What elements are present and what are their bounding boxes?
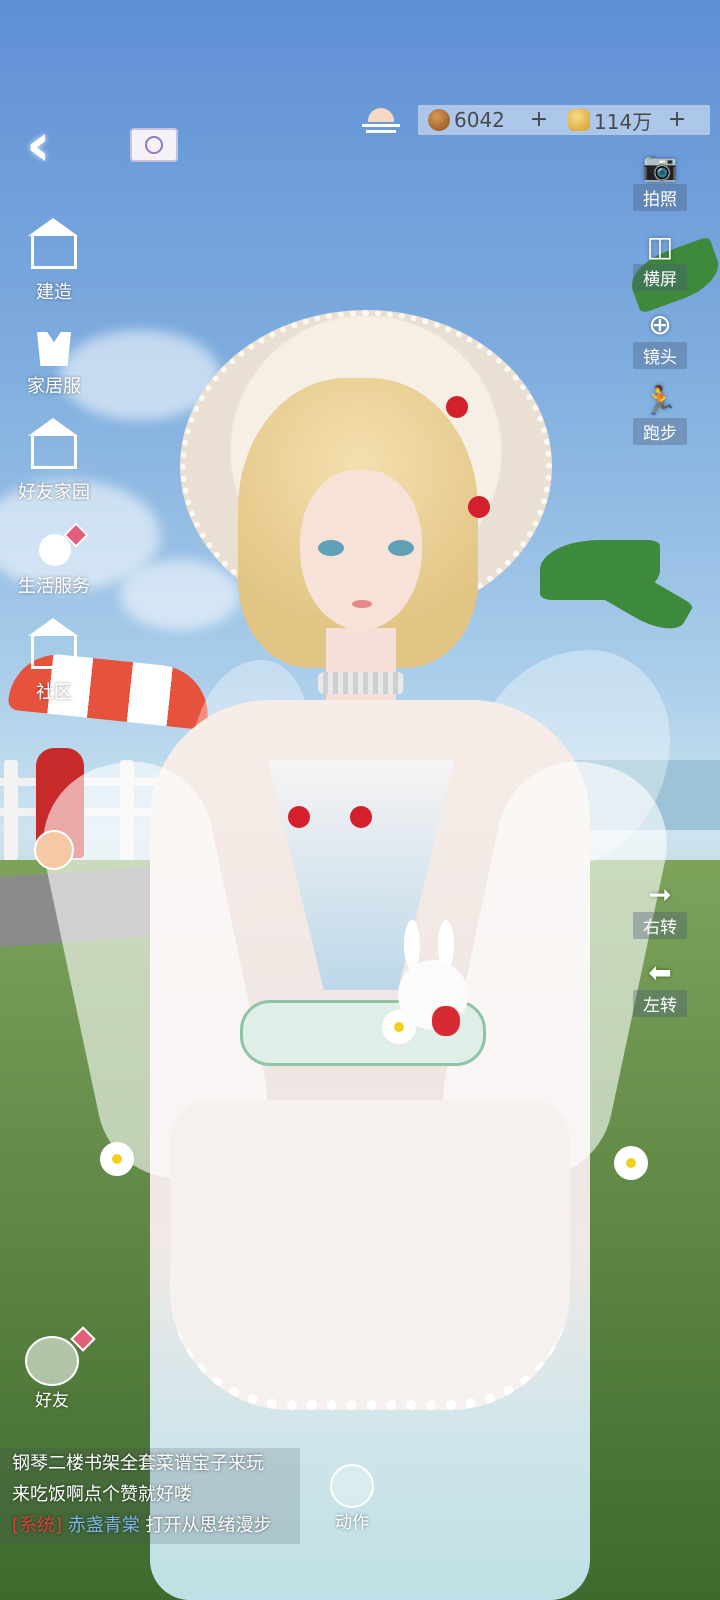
friends-button[interactable]: 好友 <box>22 1326 96 1411</box>
camera-icon: 📷 <box>642 150 678 183</box>
landscape-button[interactable]: ◫ 横屏 <box>630 230 690 291</box>
add-acorn-button[interactable]: + <box>528 108 550 132</box>
emoji-bubble-icon <box>34 830 74 870</box>
run-icon: 🏃 <box>642 384 678 417</box>
turn-right-button[interactable]: ➞ 右转 <box>630 878 690 939</box>
friend-home-button[interactable]: 好友家园 <box>4 418 104 504</box>
acorn-amount: 6042 <box>454 108 505 132</box>
home-wear-label: 家居服 <box>27 376 81 397</box>
arrow-right-icon: ➞ <box>648 878 672 911</box>
chat-message: 来吃饭啊点个赞就好喽 <box>12 1484 192 1505</box>
chat-message: 钢琴二楼书架全套菜谱宝子来玩 <box>12 1453 264 1474</box>
chat-panel[interactable]: 钢琴二楼书架全套菜谱宝子来玩 来吃饭啊点个赞就好喽 [系统] 赤盏青棠 打开从思… <box>0 1448 300 1544</box>
arrow-left-icon: ⬅ <box>648 956 672 989</box>
turn-right-label: 右转 <box>633 912 687 939</box>
friends-label: 好友 <box>35 1391 69 1411</box>
system-tag: [系统] <box>12 1515 63 1536</box>
gold-amount: 114万 <box>594 109 653 134</box>
add-gold-button[interactable]: + <box>666 108 688 132</box>
acorn-coin-icon <box>428 109 450 131</box>
hud-overlay: ‹ 6042 + 114万 + 建造 家居服 好友家园 生活服务 社区 📷 拍照… <box>0 0 720 1600</box>
gold-currency: 114万 <box>568 105 652 135</box>
lens-label: 镜头 <box>633 342 687 369</box>
chat-system-message: [系统] 赤盏青棠 打开从思绪漫步 <box>0 1510 300 1541</box>
life-service-button[interactable]: 生活服务 <box>4 522 104 598</box>
mail-button[interactable] <box>130 128 178 162</box>
chat-text: 打开从思绪漫步 <box>145 1515 272 1536</box>
home-wear-button[interactable]: 家居服 <box>4 330 104 398</box>
friend-home-label: 好友家园 <box>18 482 90 503</box>
community-button[interactable]: 社区 <box>4 618 104 704</box>
photo-button[interactable]: 📷 拍照 <box>630 150 690 211</box>
lens-button[interactable]: ⊕ 镜头 <box>630 308 690 369</box>
action-button[interactable]: 动作 <box>322 1464 382 1533</box>
action-label: 动作 <box>335 1513 369 1533</box>
lens-icon: ⊕ <box>648 308 672 341</box>
turn-left-label: 左转 <box>633 990 687 1017</box>
landscape-icon: ◫ <box>646 230 674 263</box>
community-label: 社区 <box>36 682 72 703</box>
turn-left-button[interactable]: ⬅ 左转 <box>630 956 690 1017</box>
build-icon <box>28 218 78 276</box>
friend-home-icon <box>28 418 78 476</box>
back-chevron-icon: ‹ <box>26 110 51 180</box>
build-label: 建造 <box>36 282 72 303</box>
life-service-label: 生活服务 <box>18 576 90 597</box>
currency-bar: 6042 + 114万 + <box>418 105 710 135</box>
action-icon <box>330 1464 374 1508</box>
photo-label: 拍照 <box>633 184 687 211</box>
landscape-label: 横屏 <box>633 264 687 291</box>
community-icon <box>28 618 78 676</box>
friends-icon <box>25 1336 79 1386</box>
life-service-icon <box>31 522 89 570</box>
acorn-currency: 6042 <box>428 105 505 135</box>
run-button[interactable]: 🏃 跑步 <box>630 384 690 445</box>
run-label: 跑步 <box>633 418 687 445</box>
gold-shield-coin-icon <box>568 109 590 131</box>
chat-username[interactable]: 赤盏青棠 <box>68 1515 140 1536</box>
back-button[interactable]: ‹ <box>26 115 72 175</box>
weather-button[interactable] <box>362 104 402 138</box>
home-wear-icon <box>31 330 77 370</box>
build-button[interactable]: 建造 <box>4 218 104 304</box>
